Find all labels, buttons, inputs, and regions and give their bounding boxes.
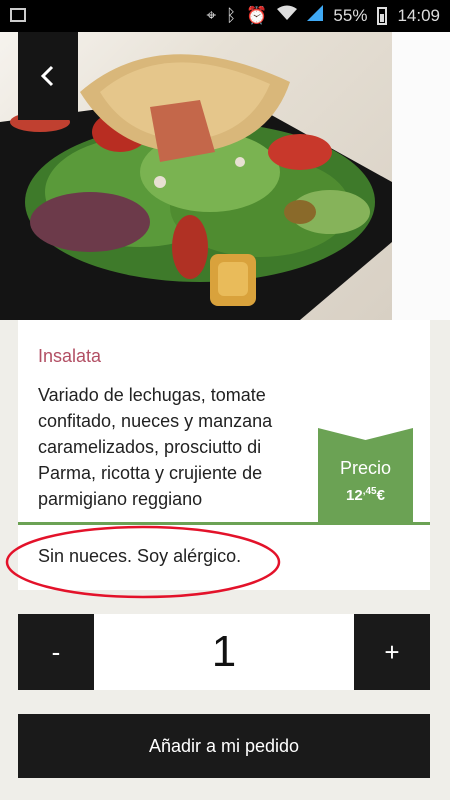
dish-description: Variado de lechugas, tomate confitado, n… — [38, 385, 273, 509]
signal-icon — [307, 0, 324, 32]
dish-category: Insalata — [38, 346, 102, 366]
quantity-stepper: - 1 + — [18, 614, 430, 690]
increase-quantity-button[interactable]: + — [354, 614, 430, 690]
price-main: 12 — [346, 487, 363, 504]
image-icon — [10, 8, 26, 22]
location-icon: ⌖ — [206, 6, 217, 25]
bluetooth-icon: ᛒ — [226, 6, 237, 25]
status-time: 14:09 — [397, 6, 440, 25]
decrease-quantity-button[interactable]: - — [18, 614, 94, 690]
back-button[interactable] — [18, 32, 78, 120]
photo-side-background — [392, 32, 450, 320]
price-tag: Precio 12,45€ — [318, 428, 413, 523]
add-to-order-button[interactable]: Añadir a mi pedido — [18, 714, 430, 778]
battery-percent: 55% — [333, 6, 368, 25]
price-cents: ,45 — [362, 486, 377, 497]
price-label: Precio — [339, 458, 392, 478]
quantity-value: 1 — [211, 627, 237, 676]
status-icons: ⌖ ᛒ ⏰ 55% 14:09 — [206, 0, 440, 32]
status-bar: ⌖ ᛒ ⏰ 55% 14:09 — [0, 0, 450, 32]
price-value: 12,45€ — [318, 486, 413, 504]
price-currency: € — [376, 487, 385, 504]
chevron-left-icon — [40, 65, 54, 87]
alarm-icon: ⏰ — [246, 6, 268, 25]
note-highlight-circle — [5, 525, 281, 599]
wifi-icon — [277, 0, 298, 32]
battery-icon — [377, 7, 388, 25]
